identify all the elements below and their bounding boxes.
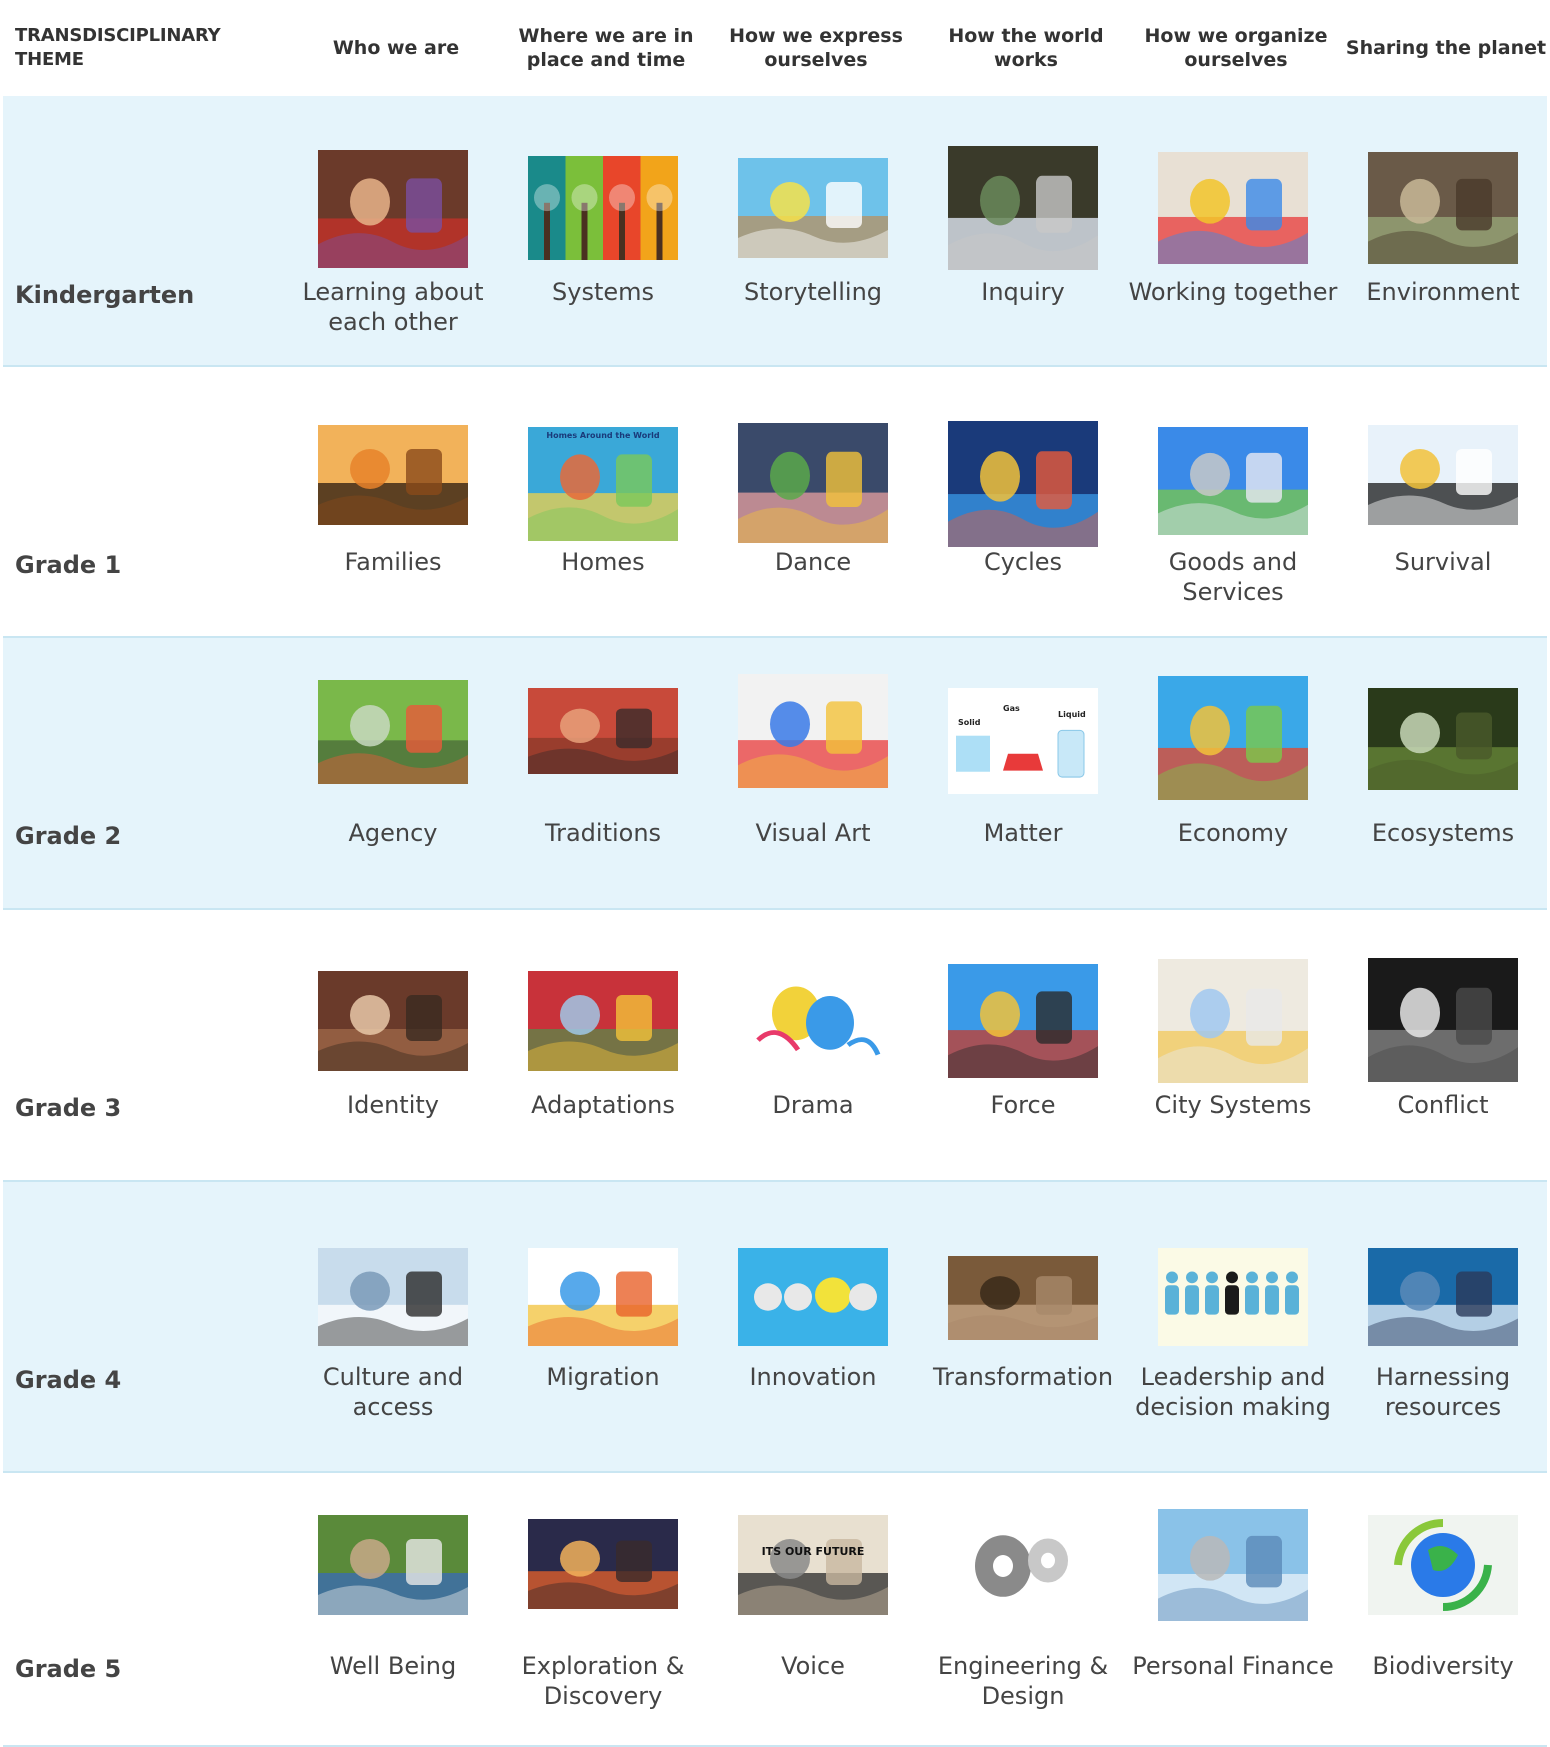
topic-label: Agency [348,819,438,847]
grade-label: Kindergarten [15,281,195,309]
eroded-cliff-photo [948,1256,1098,1340]
squirrel-in-tree-photo [1368,152,1518,264]
grade-row: Kindergarten Learning about each other Sys… [3,96,1547,367]
matter-state-label: Solid [958,718,981,727]
topic-label: Exploration & Discovery [521,1652,685,1710]
family-silhouette-sunset-photo [318,425,468,525]
astronaut-alien-planet-image [528,1519,678,1609]
topic-label: Storytelling [743,278,883,306]
topic-label: Personal Finance [1132,1652,1334,1680]
children-painting-photo [1158,152,1308,264]
header-who-we-are: Who we are [332,37,460,59]
topic-label: Homes [561,548,645,576]
city-isometric-illustration [1158,427,1308,535]
economy-doodle-illustration [1158,676,1308,800]
topic-label: Biodiversity [1372,1652,1514,1680]
topic-label: Visual Art [755,819,871,847]
child-paper-plane-photo [738,158,888,258]
header-place-and-time: Where we are in place and time [518,25,694,71]
grade-label: Grade 1 [15,551,122,579]
penguins-in-snow-photo [1368,425,1518,525]
grade-row: Grade 1 Families Homes Around the World Hom… [3,367,1547,638]
cycles-wheel-diagram [948,421,1098,547]
roller-coaster-photo [948,964,1098,1078]
globe-of-people-illustration [528,1248,678,1346]
topic-label: Transformation [932,1363,1114,1391]
header-theme-label: TRANSDISCIPLINARY THEME [15,25,221,70]
topic-label: Identity [347,1091,439,1119]
city-street-map-image [1158,959,1308,1083]
topic-label: Drama [772,1091,854,1119]
matter-state-label: Liquid [1058,710,1086,719]
states-of-matter-image: Solid Gas Liquid [948,688,1098,794]
henna-hands-photo [528,688,678,774]
topic-label: Survival [1394,548,1492,576]
grade-row: Grade 3 Identity Adaptations Drama Force City… [3,910,1547,1182]
matter-state-label: Gas [1003,704,1020,713]
grade-row: Grade 5 Well Being Exploration & Discovery… [3,1473,1547,1747]
leader-figures-icon [1158,1248,1308,1346]
hula-dancers-photo [738,423,888,543]
four-seasons-trees-image [528,156,678,260]
grade-label: Grade 4 [15,1366,122,1394]
topic-label: Environment [1366,278,1520,306]
paint-palette-brushes-photo [738,674,888,788]
children-in-forest-photo [318,680,468,784]
header-organize-ourselves: How we organize ourselves [1144,25,1328,71]
topic-label: Working together [1128,278,1338,306]
grade-label: Grade 2 [15,822,122,850]
coins-skyline-image [1158,1509,1308,1621]
gears-blueprint-image [948,1511,1098,1621]
topic-label: Ecosystems [1371,819,1515,847]
topic-label: Learning about each other [302,278,484,336]
andean-children-photo [528,971,678,1071]
topic-label: Well Being [329,1652,457,1680]
protest-signs-photo: ITS OUR FUTURE [738,1515,888,1615]
waterfall-explorer-photo [948,146,1098,270]
topic-label: Engineering & Design [937,1652,1109,1710]
topic-label: Innovation [749,1363,877,1391]
girl-with-leaf-photo [318,150,468,268]
topic-label: City Systems [1154,1091,1312,1119]
grade-label: Grade 5 [15,1655,122,1683]
topic-label: Voice [781,1652,845,1680]
bus-black-white-photo [1368,958,1518,1082]
theatre-masks-illustration [738,973,888,1069]
image-caption-text: ITS OUR FUTURE [761,1545,865,1558]
smiling-children-photo [318,971,468,1071]
topic-label: Systems [552,278,654,306]
topic-label: Harnessing resources [1375,1363,1511,1421]
topic-label: Force [990,1091,1056,1119]
recycle-earth-icon [1368,1515,1518,1615]
forest-waterfall-photo [1368,688,1518,790]
topic-label: Conflict [1397,1091,1489,1119]
grade-row: Grade 2 Agency Traditions Visual Art Solid Ga… [3,638,1547,910]
tug-of-war-photo [318,1515,468,1615]
ladder-to-clouds-photo [318,1248,468,1346]
topic-label: Traditions [544,819,662,847]
topic-label: Culture and access [322,1363,464,1421]
topic-label: Dance [774,548,852,576]
grade-label: Grade 3 [15,1094,122,1122]
header-express-ourselves: How we express ourselves [729,25,903,71]
topic-label: Inquiry [981,278,1065,306]
curriculum-table: TRANSDISCIPLINARY THEME Who we are Where… [0,0,1550,1747]
homes-world-map-image: Homes Around the World [528,427,678,541]
light-bulb-idea-image [738,1248,888,1346]
header-sharing-planet: Sharing the planet [1345,37,1547,59]
header-world-works: How the world works [948,25,1104,71]
topic-label: Goods and Services [1168,548,1298,606]
grade-row: Grade 4 Culture and access Migration Innova… [3,1182,1547,1473]
topic-label: Cycles [983,548,1063,576]
image-caption-text: Homes Around the World [546,431,660,440]
topic-label: Adaptations [531,1091,675,1119]
topic-label: Matter [983,819,1063,847]
wind-turbine-solar-photo [1368,1248,1518,1346]
topic-label: Families [344,548,442,576]
topic-label: Leadership and decision making [1135,1363,1331,1421]
table-header: TRANSDISCIPLINARY THEME Who we are Where… [3,0,1547,98]
topic-label: Migration [546,1363,660,1391]
topic-label: Economy [1177,819,1289,847]
